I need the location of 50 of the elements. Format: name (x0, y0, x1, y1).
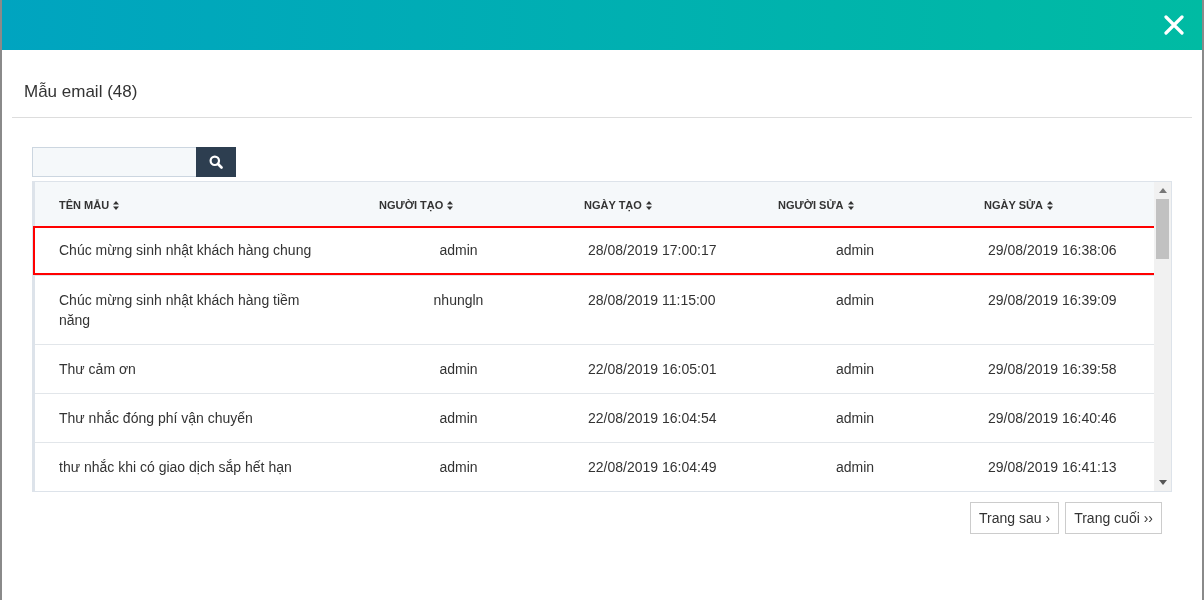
table-cell: admin (835, 459, 875, 475)
column-header[interactable]: NGÀY SỬA (984, 199, 1054, 211)
table-cell: 22/08/2019 16:04:49 (588, 459, 717, 475)
table-cell: 29/08/2019 16:38:06 (988, 242, 1117, 258)
table-cell: admin (439, 459, 478, 475)
table-cell: 28/08/2019 11:15:00 (588, 292, 716, 308)
search-button[interactable] (196, 147, 236, 177)
table-cell: admin (835, 410, 875, 426)
table-cell: admin (439, 242, 478, 258)
search-field[interactable] (32, 147, 196, 177)
sort-icon (113, 200, 120, 210)
table-cell: 28/08/2019 17:00:17 (588, 242, 717, 258)
table-cell-text: Thư nhắc đóng phí vận chuyển (59, 409, 253, 428)
sort-icon (847, 200, 854, 210)
table-row[interactable]: Thư cảm ơn admin 22/08/2019 16:05:01 admin 29/08/2019 16:39:58 (35, 344, 1154, 393)
table-cell: admin (439, 410, 478, 426)
table-cell-text: thư nhắc khi có giao dịch sắp hết hạn (59, 458, 292, 477)
scroll-up-icon (1158, 188, 1167, 193)
table-cell: 22/08/2019 16:05:01 (588, 361, 717, 377)
table-cell: admin (439, 361, 478, 377)
column-header[interactable]: TÊN MẪU (59, 199, 120, 211)
table-cell-text: Chúc mừng sinh nhật khách hàng chung (59, 241, 312, 260)
dialog-title: Mẫu email (48) (23, 81, 139, 103)
table-row[interactable]: Thư nhắc đóng phí vận chuyển admin 22/08/2019 16:04:54 admin 29/08/2019 16:40:46 (35, 393, 1154, 442)
table-cell: 29/08/2019 16:39:58 (988, 361, 1117, 377)
column-header[interactable]: NGƯỜI TẠO (379, 199, 454, 211)
table-cell: admin (835, 242, 875, 258)
sort-icon (1047, 200, 1054, 210)
table-cell-text: Thư cảm ơn (59, 360, 136, 379)
close-icon (1164, 15, 1184, 35)
table-row[interactable]: thư nhắc khi có giao dịch sắp hết hạn admin 22/08/2019 16:04:49 admin 29/08/2019 16:41:13 (35, 442, 1154, 491)
scrollbar[interactable] (1154, 182, 1171, 491)
table-cell: admin (835, 292, 875, 308)
table-cell-text: Chúc mừng sinh nhật khách hàng tiềm năng (59, 291, 301, 330)
table-row[interactable]: Chúc mừng sinh nhật khách hàng tiềm năng nhungln 28/08/2019 11:15:00 admin 29/08/2019 16:39:09 (35, 275, 1154, 344)
pagination-button[interactable]: Trang sau › (970, 502, 1060, 534)
table-cell: 29/08/2019 16:41:13 (988, 459, 1117, 475)
pagination-button[interactable]: Trang cuối ›› (1065, 502, 1162, 534)
table-cell: admin (835, 361, 875, 377)
column-header[interactable]: NGÀY TẠO (584, 199, 652, 211)
sort-icon (645, 200, 652, 210)
scroll-down-icon (1158, 480, 1167, 485)
table-cell: 29/08/2019 16:39:09 (988, 292, 1117, 308)
scrollbar-thumb[interactable] (1156, 199, 1169, 259)
table-cell: 29/08/2019 16:40:46 (988, 410, 1117, 426)
table-cell: nhungln (433, 292, 484, 308)
sort-icon (447, 200, 454, 210)
search-icon (209, 155, 223, 169)
table-cell: 22/08/2019 16:04:54 (588, 410, 717, 426)
column-header[interactable]: NGƯỜI SỬA (778, 199, 854, 211)
